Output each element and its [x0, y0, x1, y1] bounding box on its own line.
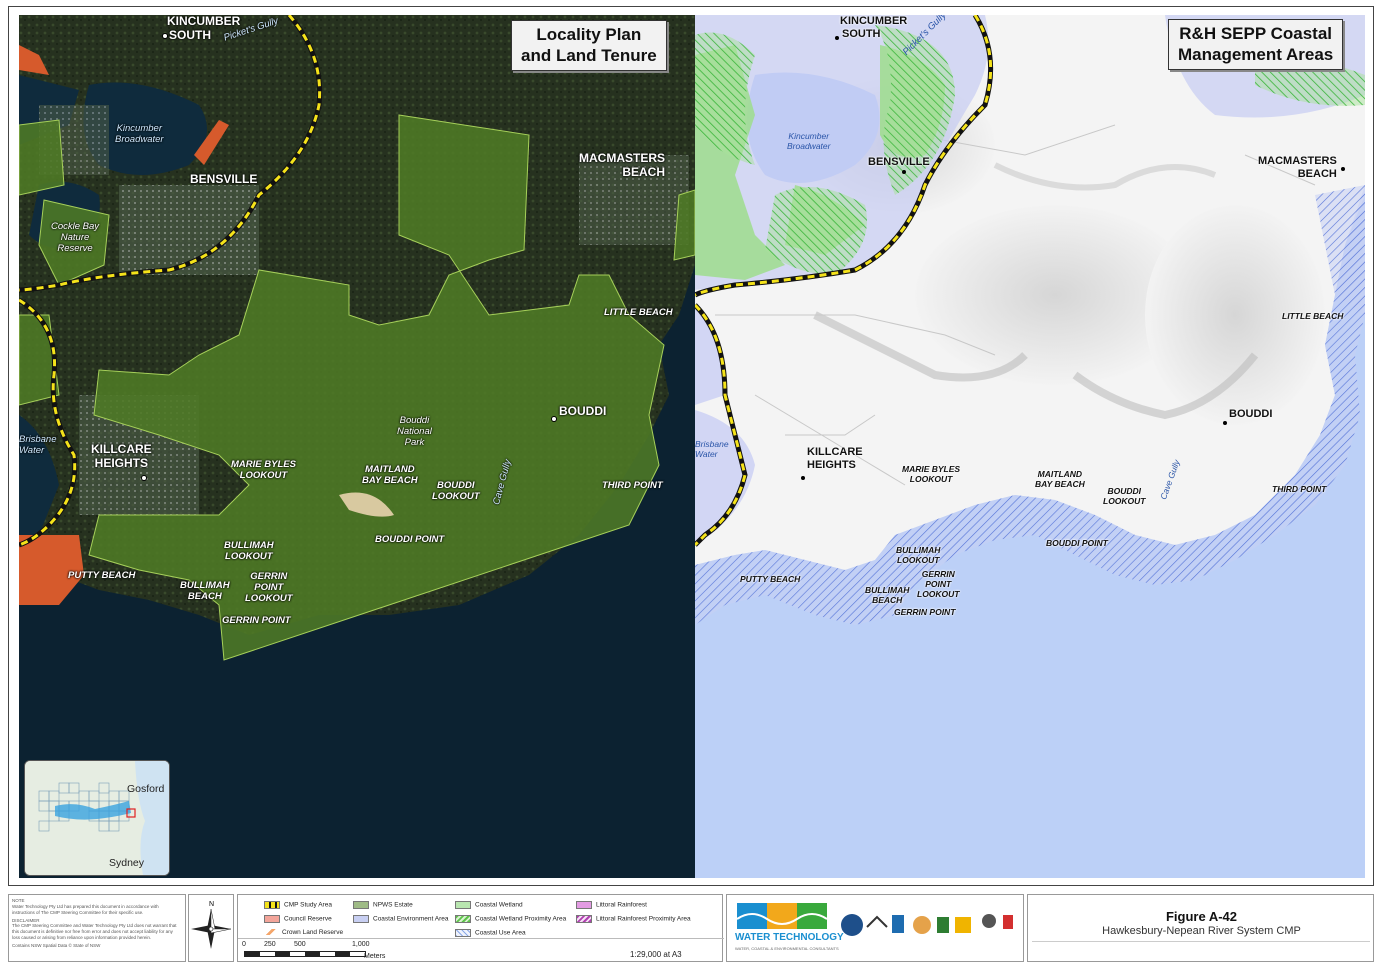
figure-caption: Hawkesbury-Nepean River System CMP — [1102, 925, 1301, 937]
map-sheet: Locality Plan and Land Tenure KINCUMBER S… — [0, 0, 1380, 966]
legend-item: Coastal Use Area — [455, 929, 526, 937]
legend-item: Council Reserve — [264, 915, 332, 923]
legend-item: Littoral Rainforest Proximity Area — [576, 915, 691, 923]
figure-title-panel: Figure A-42 Hawkesbury-Nepean River Syst… — [1027, 894, 1374, 962]
data-credit: Contains NSW Spatial Data © State of NSW — [12, 942, 101, 948]
notes-panel: NOTE Water Technology Pty Ltd has prepar… — [8, 894, 186, 962]
figure-number: Figure A-42 — [1165, 909, 1238, 924]
svg-text:N: N — [209, 901, 214, 908]
north-arrow-panel: N — [188, 894, 234, 962]
logo-wordmark: WATER TECHNOLOGY — [735, 932, 844, 943]
scale-divider — [238, 938, 724, 939]
legend-item: Coastal Environment Area — [353, 915, 449, 923]
disclaimer-text: The CMP Steering Committee and Water Tec… — [12, 923, 177, 941]
legend-item: Coastal Wetland — [455, 901, 523, 909]
note-text: Water Technology Pty Ltd has prepared th… — [12, 903, 159, 915]
legend-item: Coastal Wetland Proximity Area — [455, 915, 566, 923]
figure-divider — [1032, 941, 1370, 942]
scale-tick: 1,000 — [352, 941, 370, 948]
map-frame — [8, 6, 1374, 886]
scale-tick: 0 — [242, 941, 246, 948]
scale-tick: 250 — [264, 941, 276, 948]
legend-item: NPWS Estate — [353, 901, 413, 909]
logo-tagline: WATER, COASTAL & ENVIRONMENTAL CONSULTAN… — [735, 946, 839, 951]
scale-units: Meters — [364, 953, 386, 960]
scale-ratio: 1:29,000 at A3 — [630, 950, 682, 959]
north-arrow-icon: N — [191, 901, 232, 949]
scale-tick: 500 — [294, 941, 306, 948]
legend-item: CMP Study Area — [264, 901, 332, 909]
scale-bar — [244, 951, 366, 957]
legend-item: Littoral Rainforest — [576, 901, 647, 909]
logos-panel: WATER TECHNOLOGY WATER, COASTAL & ENVIRO… — [726, 894, 1024, 962]
legend-panel: CMP Study Area Council Reserve Crown Lan… — [237, 894, 724, 962]
legend-item: Crown Land Reserve — [264, 929, 343, 936]
title-block: NOTE Water Technology Pty Ltd has prepar… — [8, 894, 1374, 964]
